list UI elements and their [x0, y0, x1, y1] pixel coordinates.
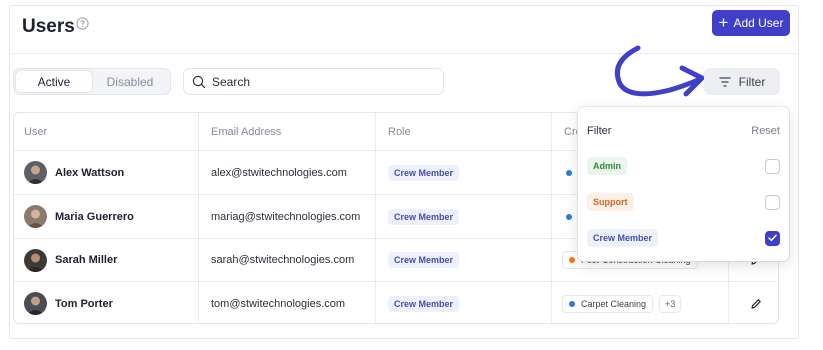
filter-option-label: Crew Member [587, 229, 659, 247]
filter-option-crew-member[interactable]: Crew Member [587, 228, 780, 248]
service-cell [566, 195, 572, 238]
role-cell: Crew Member [388, 282, 460, 323]
page-title: Users [22, 16, 75, 37]
more-services-badge[interactable]: +3 [659, 294, 682, 313]
email-cell: mariag@stwitechnologies.com [211, 210, 361, 223]
avatar [24, 205, 47, 228]
user-cell: Alex Wattson [24, 151, 124, 194]
email-cell: sarah@stwitechnologies.com [211, 254, 355, 266]
checkmark-icon [768, 234, 777, 242]
role-badge: Crew Member [388, 295, 460, 312]
role-cell: Crew Member [388, 239, 460, 281]
reset-button[interactable]: Reset [751, 125, 780, 137]
search-icon [192, 75, 206, 88]
filter-checkbox-crew-member[interactable] [765, 230, 780, 246]
role-cell: Crew Member [388, 195, 460, 238]
service-dot [566, 169, 572, 176]
column-header-user[interactable]: User [24, 113, 47, 150]
user-name: Sarah Miller [55, 254, 118, 266]
plus-icon: + [718, 13, 729, 32]
role-cell: Crew Member [388, 151, 460, 194]
role-badge: Crew Member [388, 208, 460, 225]
filter-button[interactable]: Filter [704, 68, 780, 95]
filter-option-label: Support [587, 193, 634, 211]
service-label: Carpet Cleaning [581, 298, 647, 309]
user-cell: Maria Guerrero [24, 195, 134, 238]
column-header-email[interactable]: Email Address [211, 113, 281, 150]
pointer-arrow-icon [614, 45, 705, 97]
filter-icon [719, 76, 731, 87]
tab-active[interactable]: Active [16, 71, 92, 92]
edit-cell [750, 282, 762, 323]
filter-dropdown-title: Filter [587, 125, 612, 137]
role-badge: Crew Member [388, 164, 460, 181]
service-cell [566, 151, 572, 194]
service-dot [569, 257, 575, 263]
role-badge: Crew Member [388, 252, 460, 268]
user-name: Maria Guerrero [55, 210, 134, 223]
service-dot [569, 300, 575, 307]
filter-option-support[interactable]: Support [587, 192, 780, 212]
avatar [24, 161, 47, 184]
add-user-label: Add User [733, 16, 784, 30]
search-input[interactable] [212, 74, 432, 89]
table-row[interactable]: Tom Porter tom@stwitechnologies.com Crew… [14, 282, 778, 323]
user-cell: Tom Porter [24, 282, 113, 323]
filter-label: Filter [738, 74, 766, 89]
filter-dropdown: Filter Reset Admin Support Crew Member [578, 107, 789, 261]
email-cell: tom@stwitechnologies.com [211, 297, 346, 310]
avatar [24, 248, 47, 272]
service-cell: Carpet Cleaning +3 [562, 282, 682, 323]
add-user-button[interactable]: + Add User [712, 10, 790, 36]
status-toggle: Active Disabled [13, 68, 171, 95]
tab-disabled[interactable]: Disabled [92, 71, 168, 92]
service-dot [566, 213, 572, 220]
filter-checkbox-support[interactable] [765, 194, 780, 210]
email-cell: alex@stwitechnologies.com [211, 166, 347, 179]
avatar [24, 292, 47, 315]
user-cell: Sarah Miller [24, 239, 117, 281]
help-icon[interactable] [76, 17, 89, 30]
filter-option-label: Admin [587, 157, 627, 175]
user-name: Alex Wattson [55, 166, 125, 179]
filter-checkbox-admin[interactable] [765, 158, 780, 174]
column-header-role[interactable]: Role [388, 113, 411, 150]
filter-option-admin[interactable]: Admin [587, 156, 780, 176]
edit-icon[interactable] [750, 298, 762, 310]
search-box [183, 68, 444, 95]
user-name: Tom Porter [55, 297, 113, 310]
service-badge: Carpet Cleaning [562, 294, 654, 313]
